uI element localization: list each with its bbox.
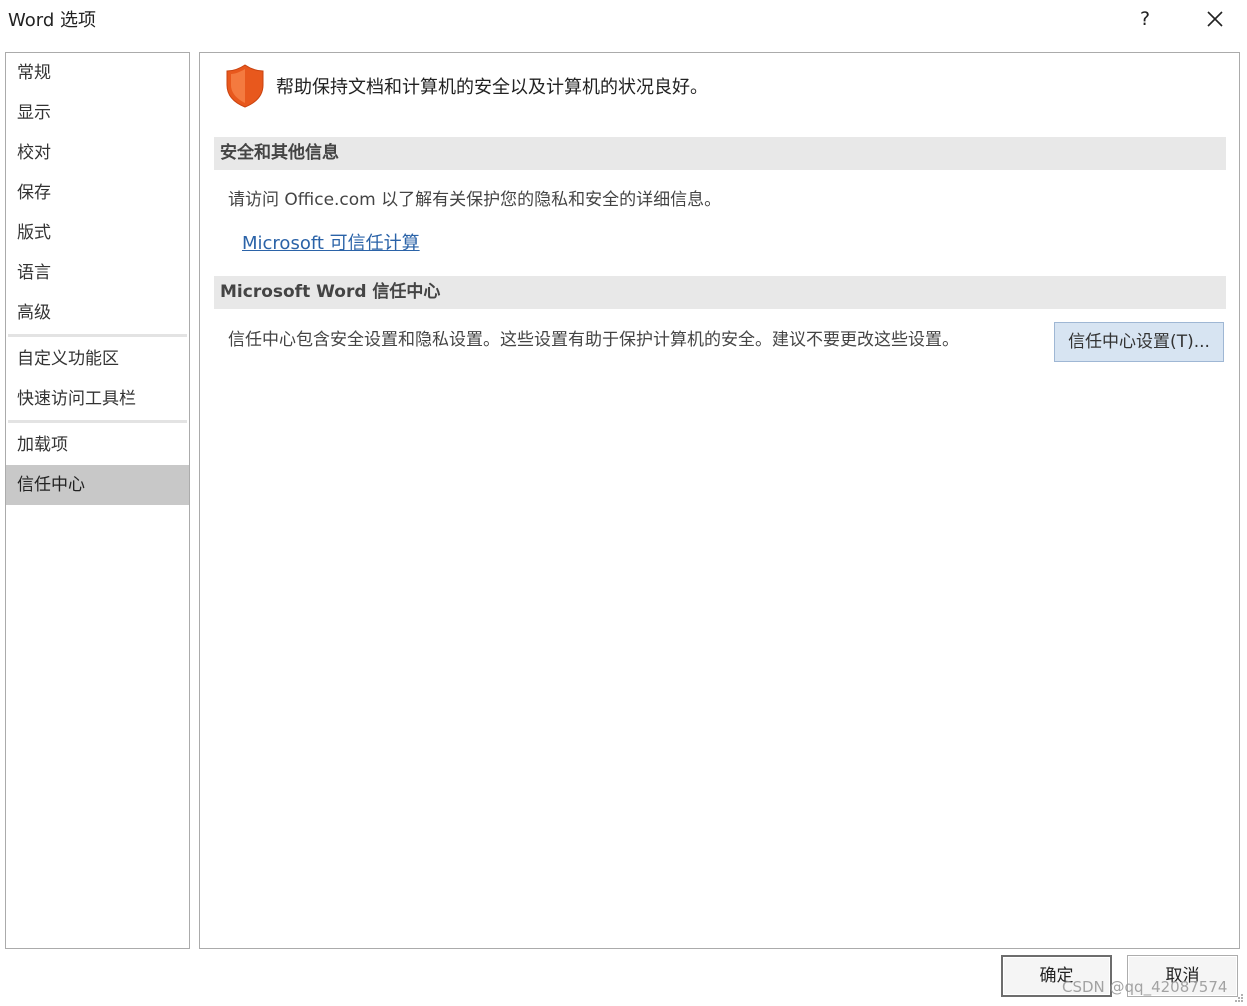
section-header-security-info: 安全和其他信息 (214, 137, 1226, 170)
sidebar: 常规 显示 校对 保存 版式 语言 高级 自定义功能区 快速访问工具栏 加载项 … (5, 52, 190, 949)
sidebar-item-language[interactable]: 语言 (6, 253, 189, 293)
close-button[interactable] (1200, 4, 1230, 34)
main-panel: 帮助保持文档和计算机的安全以及计算机的状况良好。 安全和其他信息 请访问 Off… (199, 52, 1240, 949)
sidebar-item-quick-access-toolbar[interactable]: 快速访问工具栏 (6, 379, 189, 419)
sidebar-item-display[interactable]: 显示 (6, 93, 189, 133)
shield-icon (226, 64, 264, 108)
sidebar-divider (8, 420, 187, 423)
section-header-trust-center: Microsoft Word 信任中心 (214, 276, 1226, 309)
trust-center-text: 信任中心包含安全设置和隐私设置。这些设置有助于保护计算机的安全。建议不要更改这些… (228, 330, 959, 350)
trust-center-settings-button[interactable]: 信任中心设置(T)... (1054, 322, 1224, 362)
close-icon (1207, 11, 1223, 27)
trustworthy-computing-link[interactable]: Microsoft 可信任计算 (242, 229, 420, 255)
resize-grip-icon[interactable] (1234, 993, 1244, 1003)
sidebar-item-proofing[interactable]: 校对 (6, 133, 189, 173)
sidebar-divider (8, 334, 187, 337)
intro-text: 帮助保持文档和计算机的安全以及计算机的状况良好。 (276, 77, 708, 98)
sidebar-item-general[interactable]: 常规 (6, 53, 189, 93)
title-bar: Word 选项 ? (0, 0, 1247, 40)
help-button[interactable]: ? (1130, 4, 1160, 34)
window-title: Word 选项 (8, 10, 96, 31)
security-info-text: 请访问 Office.com 以了解有关保护您的隐私和安全的详细信息。 (228, 190, 722, 210)
sidebar-item-add-ins[interactable]: 加载项 (6, 425, 189, 465)
sidebar-item-layout[interactable]: 版式 (6, 213, 189, 253)
sidebar-item-customize-ribbon[interactable]: 自定义功能区 (6, 339, 189, 379)
sidebar-item-advanced[interactable]: 高级 (6, 293, 189, 333)
sidebar-item-save[interactable]: 保存 (6, 173, 189, 213)
watermark: CSDN @qq_42087574 (1062, 978, 1228, 996)
sidebar-item-trust-center[interactable]: 信任中心 (6, 465, 189, 505)
